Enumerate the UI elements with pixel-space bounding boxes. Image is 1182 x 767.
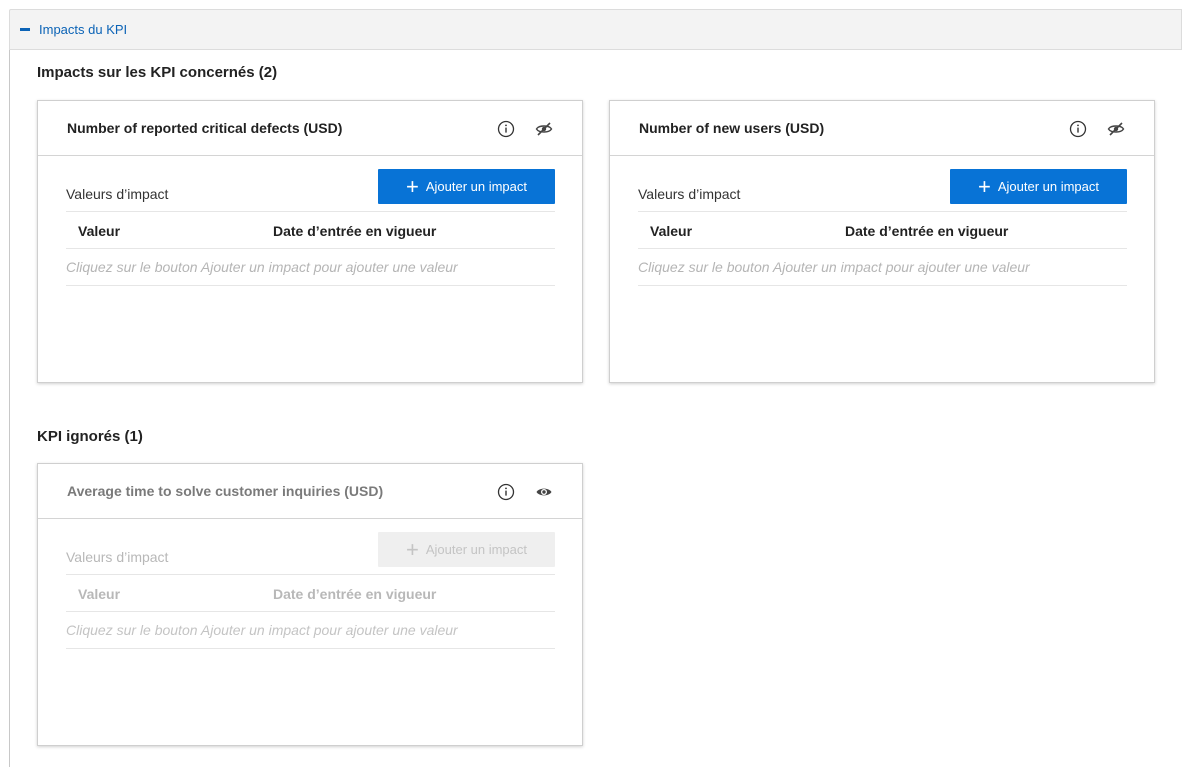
card-title: Number of new users (USD) bbox=[639, 120, 825, 136]
column-header-value: Valeur bbox=[650, 223, 693, 239]
empty-message: Cliquez sur le bouton Ajouter un impact … bbox=[638, 259, 1030, 275]
minus-icon[interactable] bbox=[20, 28, 30, 31]
info-icon[interactable] bbox=[496, 119, 516, 139]
table-empty-row: Cliquez sur le bouton Ajouter un impact … bbox=[66, 612, 555, 649]
empty-message: Cliquez sur le bouton Ajouter un impact … bbox=[66, 622, 458, 638]
card-header: Average time to solve customer inquiries… bbox=[38, 464, 582, 519]
column-header-effective-date: Date d’entrée en vigueur bbox=[845, 223, 1009, 239]
eye-slash-icon[interactable] bbox=[1106, 119, 1126, 139]
table-header: Valeur Date d’entrée en vigueur bbox=[638, 211, 1127, 249]
card-title: Number of reported critical defects (USD… bbox=[67, 120, 343, 136]
info-icon[interactable] bbox=[1068, 119, 1088, 139]
eye-slash-icon[interactable] bbox=[534, 119, 554, 139]
impact-values-label: Valeurs d’impact bbox=[66, 186, 169, 202]
impact-values-label: Valeurs d’impact bbox=[638, 186, 741, 202]
card-header: Number of new users (USD) bbox=[610, 101, 1154, 156]
ignored-kpis-heading: KPI ignorés (1) bbox=[37, 428, 143, 445]
add-impact-button-label: Ajouter un impact bbox=[997, 179, 1100, 194]
column-header-value: Valeur bbox=[78, 586, 121, 602]
add-impact-button[interactable]: + Ajouter un impact bbox=[378, 169, 555, 204]
impact-values-table: Valeur Date d’entrée en vigueur Cliquez … bbox=[66, 574, 555, 649]
info-icon[interactable] bbox=[496, 482, 516, 502]
add-impact-button[interactable]: + Ajouter un impact bbox=[950, 169, 1127, 204]
impact-values-table: Valeur Date d’entrée en vigueur Cliquez … bbox=[66, 211, 555, 286]
plus-icon: + bbox=[977, 173, 991, 199]
table-header: Valeur Date d’entrée en vigueur bbox=[66, 574, 555, 612]
impact-values-table: Valeur Date d’entrée en vigueur Cliquez … bbox=[638, 211, 1127, 286]
empty-message: Cliquez sur le bouton Ajouter un impact … bbox=[66, 259, 458, 275]
kpi-card-critical-defects: Number of reported critical defects (USD… bbox=[37, 100, 583, 383]
section-left-border bbox=[9, 50, 10, 767]
card-header: Number of reported critical defects (USD… bbox=[38, 101, 582, 156]
add-impact-button-label: Ajouter un impact bbox=[425, 179, 528, 194]
eye-icon[interactable] bbox=[534, 482, 554, 502]
card-title: Average time to solve customer inquiries… bbox=[67, 483, 384, 499]
impact-values-label: Valeurs d’impact bbox=[66, 549, 169, 565]
add-impact-button: + Ajouter un impact bbox=[378, 532, 555, 567]
plus-icon: + bbox=[405, 536, 419, 562]
table-empty-row: Cliquez sur le bouton Ajouter un impact … bbox=[638, 249, 1127, 286]
kpi-impacts-section-header[interactable]: Impacts du KPI bbox=[9, 9, 1182, 50]
column-header-effective-date: Date d’entrée en vigueur bbox=[273, 223, 437, 239]
column-header-effective-date: Date d’entrée en vigueur bbox=[273, 586, 437, 602]
concerned-kpis-heading: Impacts sur les KPI concernés (2) bbox=[37, 64, 278, 81]
table-header: Valeur Date d’entrée en vigueur bbox=[66, 211, 555, 249]
table-empty-row: Cliquez sur le bouton Ajouter un impact … bbox=[66, 249, 555, 286]
column-header-value: Valeur bbox=[78, 223, 121, 239]
section-title: Impacts du KPI bbox=[39, 22, 128, 37]
plus-icon: + bbox=[405, 173, 419, 199]
kpi-card-new-users: Number of new users (USD) Valeurs d’impa… bbox=[609, 100, 1155, 383]
add-impact-button-label: Ajouter un impact bbox=[425, 542, 528, 557]
kpi-card-average-time-inquiries: Average time to solve customer inquiries… bbox=[37, 463, 583, 746]
